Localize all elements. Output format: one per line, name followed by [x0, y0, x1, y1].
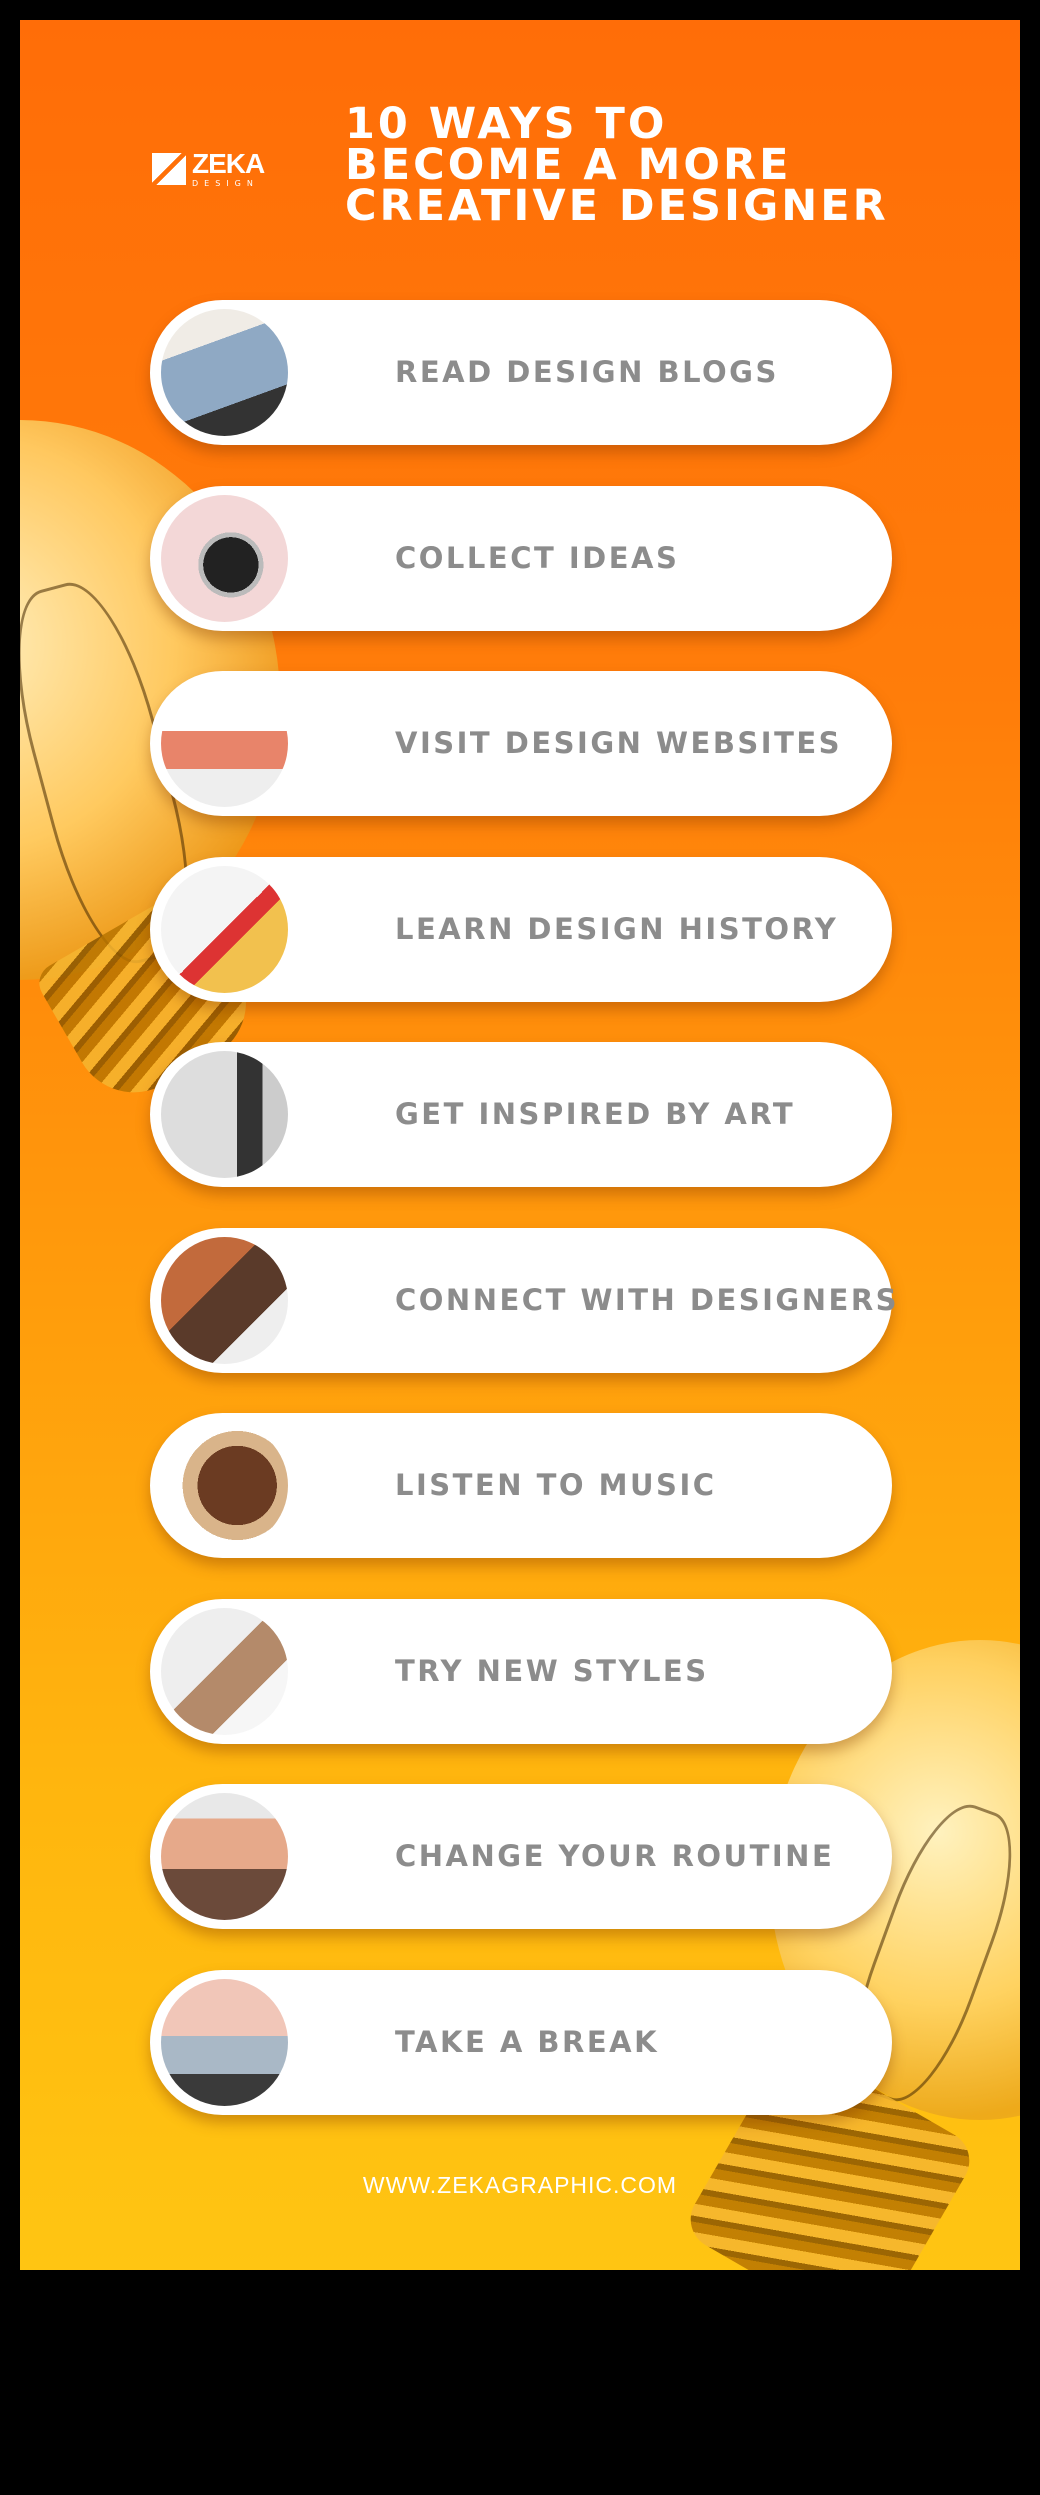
- website-url: WWW.ZEKAGRAPHIC.COM: [362, 2172, 678, 2198]
- item-label: GET INSPIRED BY ART: [395, 1097, 796, 1131]
- list-item: TRY NEW STYLES: [150, 1598, 892, 1744]
- designers-talking-photo: [161, 1236, 288, 1364]
- painting-palette-photo: [161, 1607, 288, 1735]
- list-item: CONNECT WITH DESIGNERS: [150, 1227, 897, 1373]
- list-item: GET INSPIRED BY ART: [150, 1042, 892, 1187]
- list-item: VISIT DESIGN WEBSITES: [150, 671, 892, 816]
- item-label: READ DESIGN BLOGS: [395, 355, 779, 389]
- title-line: CREATIVE DESIGNER: [345, 181, 889, 231]
- item-label: TRY NEW STYLES: [395, 1653, 709, 1688]
- item-label: VISIT DESIGN WEBSITES: [395, 726, 843, 760]
- person-on-beach-photo: [161, 1978, 288, 2106]
- logo-mark-icon: [152, 153, 186, 185]
- woman-with-headphones-photo: [161, 1422, 288, 1549]
- logo-subtitle: DESIGN: [192, 179, 259, 188]
- person-in-gallery-photo: [161, 1051, 288, 1178]
- list-item: COLLECT IDEAS: [150, 485, 892, 631]
- bauhaus-book-photo: [161, 865, 288, 993]
- woman-with-laptop-photo: [161, 309, 288, 436]
- title-line: 10 WAYS TO: [345, 99, 668, 149]
- item-label: CONNECT WITH DESIGNERS: [395, 1282, 900, 1317]
- list-item: READ DESIGN BLOGS: [150, 300, 892, 445]
- list-item: LISTEN TO MUSIC: [150, 1413, 892, 1558]
- hand-holding-camera-photo: [161, 494, 288, 622]
- item-label: COLLECT IDEAS: [395, 540, 680, 575]
- title-line: BECOME A MORE: [345, 140, 792, 190]
- design-website-screenshot-photo: [161, 680, 288, 807]
- man-standing-photo: [161, 1793, 288, 1920]
- list-item: CHANGE YOUR ROUTINE: [150, 1784, 892, 1929]
- item-label: CHANGE YOUR ROUTINE: [395, 1839, 835, 1873]
- item-label: LEARN DESIGN HISTORY: [395, 911, 839, 946]
- infographic-poster: ZEKA DESIGN 10 WAYS TO BECOME A MORE CRE…: [20, 20, 1020, 2270]
- page-title: 10 WAYS TO BECOME A MORE CREATIVE DESIGN…: [345, 99, 889, 231]
- list-item: TAKE A BREAK: [150, 1969, 892, 2115]
- logo-word: ZEKA: [192, 148, 265, 179]
- item-label: TAKE A BREAK: [395, 2024, 660, 2059]
- zeka-design-logo: ZEKA DESIGN: [152, 148, 265, 188]
- item-label: LISTEN TO MUSIC: [395, 1468, 717, 1502]
- list-item: LEARN DESIGN HISTORY: [150, 856, 892, 1002]
